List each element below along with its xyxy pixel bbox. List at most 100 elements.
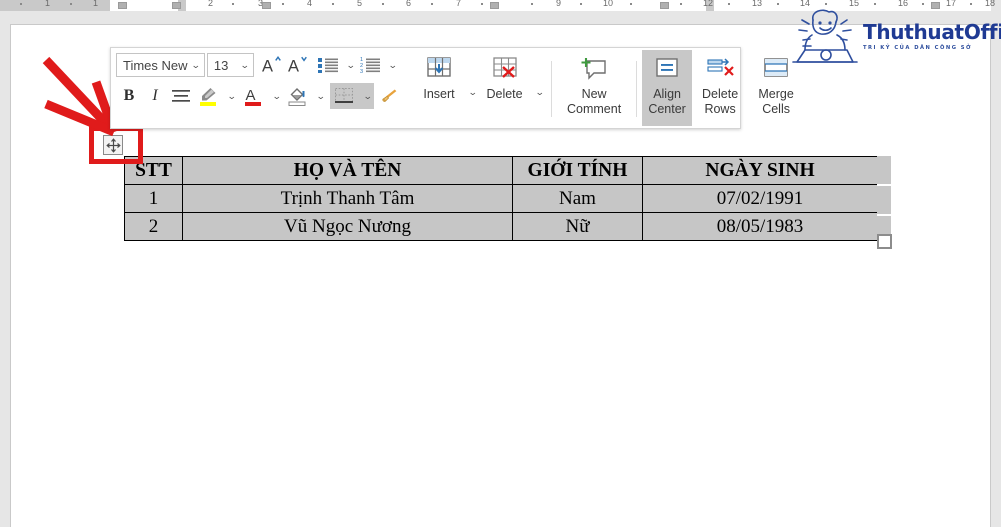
bold-button[interactable]: B — [116, 83, 142, 109]
merge-cells-label-1: Merge — [758, 87, 794, 101]
highlight-button[interactable] — [194, 83, 222, 109]
end-of-row-marker-column — [877, 156, 891, 246]
table-header-cell-dob[interactable]: NGÀY SINH — [642, 156, 878, 185]
italic-button[interactable]: I — [142, 83, 168, 109]
ruler-indent-marker[interactable] — [118, 2, 127, 9]
borders-split-group[interactable]: ⌄ — [329, 83, 375, 109]
ruler-tick — [481, 3, 483, 5]
document-table-container[interactable]: STT HỌ VÀ TÊN GIỚI TÍNH NGÀY SINH 1 Trịn… — [124, 156, 878, 241]
table-header-cell-sex[interactable]: GIỚI TÍNH — [512, 156, 643, 185]
format-painter-button[interactable] — [377, 83, 401, 109]
logo-title: ThuthuatOffice — [863, 20, 1001, 45]
student-table[interactable]: STT HỌ VÀ TÊN GIỚI TÍNH NGÀY SINH 1 Trịn… — [124, 156, 878, 241]
font-color-dropdown-button[interactable]: ⌄ — [267, 83, 284, 109]
bullets-dropdown-button[interactable]: ⌄ — [341, 52, 358, 78]
insert-dropdown-button[interactable]: ⌄ — [463, 79, 480, 105]
ruler-indent-marker[interactable] — [490, 2, 499, 9]
delete-dropdown-button[interactable]: ⌄ — [530, 79, 547, 105]
shrink-font-button[interactable]: A — [285, 52, 311, 78]
ruler-indent-marker[interactable] — [660, 2, 669, 9]
table-cell-dob[interactable]: 07/02/1991 — [642, 184, 878, 213]
chevron-down-icon[interactable]: ⌄ — [240, 60, 250, 70]
font-color-split-group[interactable]: A ⌄ — [239, 83, 284, 109]
merge-cells-button[interactable]: Merge Cells — [748, 50, 804, 126]
table-header-cell-name[interactable]: HỌ VÀ TÊN — [182, 156, 513, 185]
chevron-down-icon: ⌄ — [467, 86, 478, 97]
chevron-down-icon: ⌄ — [362, 90, 373, 101]
ruler-tick — [431, 3, 433, 5]
delete-button-label: Delete — [486, 87, 523, 101]
font-color-icon: A — [244, 87, 261, 106]
bullets-button[interactable] — [315, 52, 341, 78]
font-size-combobox[interactable]: 13 ⌄ — [206, 53, 254, 77]
delete-split-group[interactable]: Delete ⌄ — [480, 50, 547, 126]
ruler-indent-marker[interactable] — [262, 2, 271, 9]
table-cell-stt[interactable]: 1 — [124, 184, 183, 213]
table-resize-handle[interactable] — [877, 234, 892, 249]
grow-font-button[interactable]: A — [259, 52, 285, 78]
table-header-row[interactable]: STT HỌ VÀ TÊN GIỚI TÍNH NGÀY SINH — [124, 156, 878, 185]
bullets-split-group[interactable]: ⌄ — [315, 52, 358, 78]
chevron-down-icon: ⌄ — [388, 59, 399, 70]
table-cell-sex[interactable]: Nam — [512, 184, 643, 213]
shading-button[interactable] — [283, 83, 311, 109]
ruler-tick — [580, 3, 582, 5]
insert-button[interactable]: Insert — [415, 50, 463, 126]
ruler-number: 12 — [703, 0, 714, 8]
table-cell-dob[interactable]: 08/05/1983 — [642, 212, 878, 241]
chevron-down-icon[interactable]: ⌄ — [191, 60, 201, 70]
align-center-label-1: Align — [653, 87, 681, 101]
ruler-indent-marker[interactable] — [172, 2, 181, 9]
ruler-number: 1 — [93, 0, 99, 8]
ruler-tick — [630, 3, 632, 5]
borders-button[interactable] — [330, 83, 358, 109]
ruler-number: 2 — [208, 0, 214, 8]
new-comment-button[interactable]: New Comment — [557, 50, 631, 126]
shading-split-group[interactable]: ⌄ — [283, 83, 328, 109]
delete-table-icon — [490, 54, 520, 84]
ruler-tick — [332, 3, 334, 5]
insert-split-group[interactable]: Insert ⌄ — [415, 50, 480, 126]
highlighter-icon — [200, 88, 216, 106]
toolbar-row-format: B I ⌄ A ⌄ ⌄ ⌄ — [111, 79, 405, 113]
shading-dropdown-button[interactable]: ⌄ — [311, 83, 328, 109]
align-center-label-2: Center — [648, 102, 686, 116]
align-center-button[interactable]: Align Center — [642, 50, 693, 126]
ruler-tick — [728, 3, 730, 5]
paint-bucket-icon — [288, 88, 306, 106]
table-cell-stt[interactable]: 2 — [124, 212, 183, 241]
table-cell-sex[interactable]: Nữ — [512, 212, 643, 241]
numbering-split-group[interactable]: 1 2 3 ⌄ — [357, 52, 400, 78]
chevron-down-icon: ⌄ — [534, 86, 545, 97]
delete-rows-label-2: Rows — [704, 102, 736, 116]
table-cell-name[interactable]: Vũ Ngọc Nương — [182, 212, 513, 241]
table-row[interactable]: 1 Trịnh Thanh Tâm Nam 07/02/1991 — [124, 184, 878, 213]
ruler-tick — [20, 3, 22, 5]
borders-dropdown-button[interactable]: ⌄ — [358, 83, 375, 109]
mini-formatting-toolbar[interactable]: Times New ⌄ 13 ⌄ A A ⌄ 1 2 3 ⌄ B I ⌄ A ⌄… — [110, 47, 794, 129]
table-row[interactable]: 2 Vũ Ngọc Nương Nữ 08/05/1983 — [124, 212, 878, 241]
ruler-tick — [282, 3, 284, 5]
table-cell-name[interactable]: Trịnh Thanh Tâm — [182, 184, 513, 213]
numbering-dropdown-button[interactable]: ⌄ — [383, 52, 400, 78]
ruler-number: 1 — [45, 0, 51, 8]
ruler-tick — [382, 3, 384, 5]
font-size-value: 13 — [213, 57, 229, 73]
format-painter-icon — [382, 89, 397, 102]
new-comment-icon — [579, 54, 609, 84]
font-name-combobox[interactable]: Times New ⌄ — [116, 53, 205, 77]
logo-text-group: ThuthuatOffice TRI KỶ CỦA DÂN CÔNG SỞ — [863, 22, 1001, 51]
numbering-button[interactable]: 1 2 3 — [357, 52, 383, 78]
delete-rows-button[interactable]: Delete Rows — [692, 50, 748, 126]
font-color-button[interactable]: A — [239, 83, 267, 109]
ruler-number: 10 — [603, 0, 614, 8]
ruler-number: 9 — [556, 0, 562, 8]
align-button[interactable] — [168, 83, 194, 109]
new-comment-label-2: Comment — [567, 102, 622, 116]
delete-button[interactable]: Delete — [480, 50, 530, 126]
ruler-number: 13 — [752, 0, 763, 8]
toolbar-divider — [551, 61, 553, 117]
highlight-dropdown-button[interactable]: ⌄ — [222, 83, 239, 109]
word-document-screenshot: 1 1 2 3 4 5 6 7 9 10 12 13 14 15 16 17 1… — [0, 0, 1001, 527]
highlight-split-group[interactable]: ⌄ — [194, 83, 239, 109]
